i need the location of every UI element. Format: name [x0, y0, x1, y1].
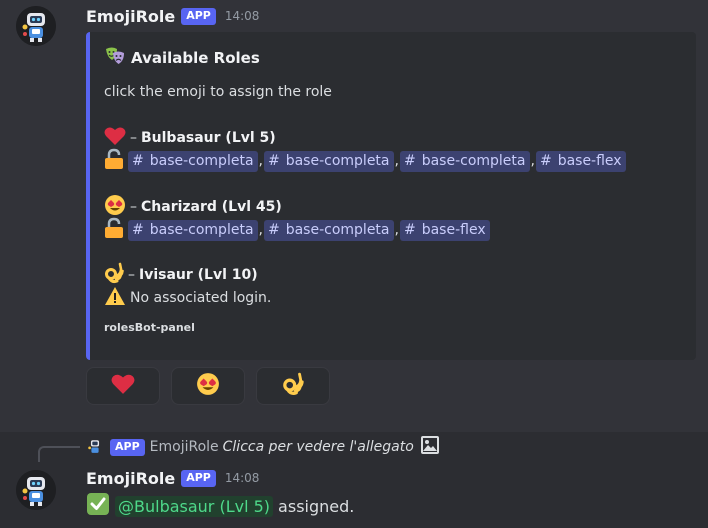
message-text: assigned. — [278, 496, 355, 516]
channel-mention[interactable]: # base-completa — [263, 219, 394, 241]
reply-username[interactable]: EmojiRole — [150, 439, 219, 455]
message-content: @Bulbasaur (Lvl 5) assigned. — [86, 493, 354, 519]
warning-text: No associated login. — [130, 290, 272, 306]
username[interactable]: EmojiRole — [86, 469, 175, 488]
role-name: Bulbasaur (Lvl 5) — [141, 130, 276, 146]
image-icon — [420, 435, 440, 459]
reaction-bar — [86, 367, 330, 405]
embed-footer: rolesBot-panel — [104, 321, 195, 334]
performing-arts-icon — [104, 45, 126, 71]
warning-icon — [104, 286, 126, 310]
heart-icon — [111, 373, 135, 399]
bot-avatar[interactable] — [16, 6, 56, 46]
role-entry: – Ivisaur (Lvl 10) No associated login. — [104, 262, 272, 310]
channel-mention[interactable]: # base-flex — [399, 219, 490, 241]
app-badge: APP — [181, 7, 216, 25]
reply-connector — [38, 446, 80, 462]
embed-description: click the emoji to assign the role — [104, 84, 332, 100]
reply-reference[interactable]: APP EmojiRole Clicca per vedere l'allega… — [86, 435, 440, 459]
reply-text[interactable]: Clicca per vedere l'allegato — [223, 439, 414, 455]
channel-mention[interactable]: # base-completa — [263, 150, 394, 172]
roles-embed: Available Roles click the emoji to assig… — [86, 32, 696, 360]
role-separator: – — [130, 130, 137, 146]
check-mark-icon — [86, 492, 110, 520]
bot-avatar[interactable] — [16, 470, 56, 510]
bot-avatar-small — [86, 438, 104, 456]
embed-title: Available Roles — [104, 47, 260, 69]
role-name: Ivisaur (Lvl 10) — [139, 267, 258, 283]
channel-mention[interactable]: # base-completa — [128, 219, 258, 241]
channel-mention[interactable]: # base-completa — [128, 150, 258, 172]
channel-mention[interactable]: # base-completa — [399, 150, 530, 172]
lock-icon — [104, 217, 124, 243]
ok-hand-icon — [104, 262, 124, 288]
app-badge: APP — [181, 469, 216, 487]
app-badge: APP — [110, 438, 145, 456]
role-name: Charizard (Lvl 45) — [141, 199, 282, 215]
username[interactable]: EmojiRole — [86, 7, 175, 26]
message-header: EmojiRole APP 14:08 — [86, 5, 259, 27]
role-separator: – — [130, 199, 137, 215]
chat-view: EmojiRole APP 14:08 Available Roles clic… — [0, 0, 708, 528]
role-entry: – Charizard (Lvl 45) # base-completa , # b… — [104, 195, 490, 243]
heart-icon — [104, 126, 126, 150]
role-separator: – — [128, 267, 135, 283]
channel-mention[interactable]: # base-flex — [535, 150, 626, 172]
embed-title-text: Available Roles — [131, 49, 260, 67]
role-entry: – Bulbasaur (Lvl 5) # base-completa , # ba… — [104, 127, 626, 173]
reaction-heart-eyes[interactable] — [171, 367, 245, 405]
timestamp[interactable]: 14:08 — [225, 471, 260, 485]
heart-eyes-icon — [196, 372, 220, 400]
reaction-ok-hand[interactable] — [256, 367, 330, 405]
reaction-heart[interactable] — [86, 367, 160, 405]
role-mention[interactable]: @Bulbasaur (Lvl 5) — [115, 495, 274, 517]
timestamp[interactable]: 14:08 — [225, 9, 260, 23]
lock-icon — [104, 148, 124, 174]
ok-hand-icon — [282, 372, 304, 400]
message-header: EmojiRole APP 14:08 — [86, 467, 259, 489]
